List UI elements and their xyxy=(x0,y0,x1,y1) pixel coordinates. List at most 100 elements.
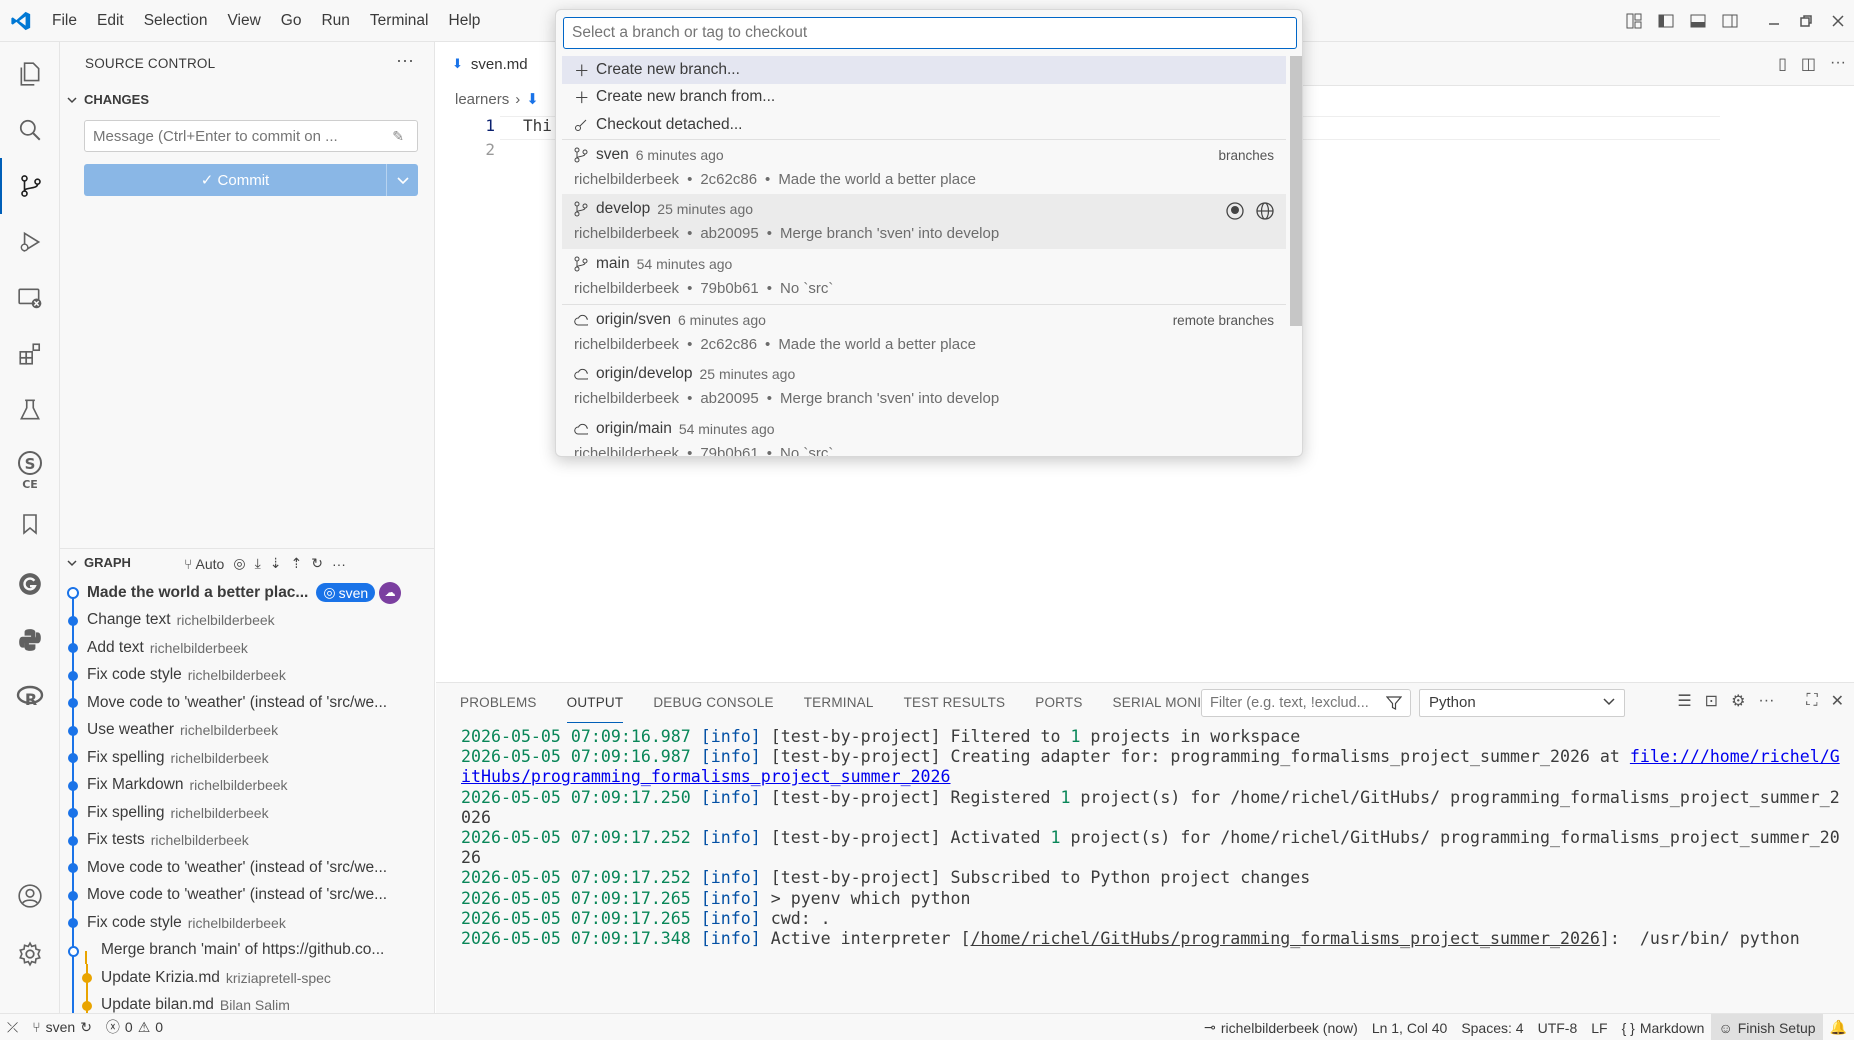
tab-test-results[interactable]: TEST RESULTS xyxy=(904,683,1006,723)
generate-message-sparkle-icon[interactable]: ✎ xyxy=(392,128,404,145)
testing-icon[interactable] xyxy=(0,382,60,438)
branch-item-develop[interactable]: develop 25 minutes ago richelbilderbeek • a… xyxy=(562,193,1286,249)
menu-run[interactable]: Run xyxy=(311,0,359,42)
blame-status[interactable]: ⊸ richelbilderbeek (now) xyxy=(1197,1014,1365,1040)
run-debug-icon[interactable] xyxy=(0,214,60,270)
graph-row[interactable]: Merge branch 'main' of https://github.co… xyxy=(60,936,434,964)
graph-section-header[interactable]: GRAPH ⑂ Auto ◎ ⤓ ⇣ ⇡ ↻ ··· xyxy=(60,548,434,578)
pull-icon[interactable]: ⇣ xyxy=(270,555,282,572)
graph-row[interactable]: Move code to 'weather' (instead of 'src/… xyxy=(60,854,434,882)
more-actions-icon[interactable]: ··· xyxy=(1758,692,1774,710)
clear-output-icon[interactable]: ☰ xyxy=(1677,691,1691,711)
checkout-detached-item[interactable]: Checkout detached... xyxy=(562,111,1286,139)
output-channel-select[interactable]: Python xyxy=(1419,689,1625,717)
close-window-icon[interactable] xyxy=(1822,0,1854,42)
graph-header-title[interactable]: GRAPH xyxy=(66,555,131,570)
sync-icon[interactable]: ↻ xyxy=(80,1019,92,1036)
toggle-panel-icon[interactable] xyxy=(1682,0,1714,42)
manage-gear-icon[interactable] xyxy=(0,926,60,982)
bookmarks-icon[interactable] xyxy=(0,496,60,552)
cursor-position[interactable]: Ln 1, Col 40 xyxy=(1365,1014,1455,1040)
commit-message-input[interactable] xyxy=(84,120,418,152)
search-icon[interactable] xyxy=(0,102,60,158)
sonarlint-ce-icon[interactable]: S CE xyxy=(0,442,60,498)
tab-problems[interactable]: PROBLEMS xyxy=(460,683,537,723)
graph-row[interactable]: Fix spelling richelbilderbeek xyxy=(60,744,434,772)
commit-dropdown-button[interactable] xyxy=(386,164,418,196)
quick-pick-input[interactable] xyxy=(563,17,1297,49)
globe-icon[interactable] xyxy=(1256,201,1274,224)
tab-sven-md[interactable]: ⬇ sven.md xyxy=(436,42,556,86)
create-branch-from-item[interactable]: ＋ Create new branch from... xyxy=(562,84,1286,112)
gitlens-icon[interactable] xyxy=(0,556,60,612)
commit-button[interactable]: ✓ Commit xyxy=(84,164,418,196)
source-control-icon[interactable] xyxy=(0,158,60,214)
create-branch-item[interactable]: ＋ Create new branch... xyxy=(562,56,1286,84)
menu-file[interactable]: File xyxy=(42,0,87,42)
indentation[interactable]: Spaces: 4 xyxy=(1454,1014,1530,1040)
lock-scroll-icon[interactable]: ⊡ xyxy=(1705,691,1718,711)
notifications-bell-icon[interactable]: 🔔 xyxy=(1823,1014,1854,1040)
settings-gear-icon[interactable]: ⚙ xyxy=(1731,691,1745,711)
tab-output[interactable]: OUTPUT xyxy=(566,683,624,723)
problems-status[interactable]: ⓧ 0 ⚠ 0 xyxy=(99,1014,170,1040)
accounts-icon[interactable] xyxy=(0,868,60,924)
open-preview-icon[interactable]: ▯ xyxy=(1778,54,1787,74)
graph-row[interactable]: Fix Markdown richelbilderbeek xyxy=(60,771,434,799)
menu-edit[interactable]: Edit xyxy=(87,0,134,42)
github-icon[interactable] xyxy=(1226,201,1244,224)
language-mode[interactable]: { } Markdown xyxy=(1615,1014,1712,1040)
menu-terminal[interactable]: Terminal xyxy=(360,0,439,42)
graph-row[interactable]: Move code to 'weather' (instead of 'src/… xyxy=(60,881,434,909)
target-icon[interactable]: ◎ xyxy=(233,555,245,572)
branch-item-main[interactable]: main 54 minutes ago richelbilderbeek • 79b0… xyxy=(562,249,1286,304)
close-panel-icon[interactable]: ✕ xyxy=(1831,691,1844,711)
menu-view[interactable]: View xyxy=(217,0,270,42)
tab-debug-console[interactable]: DEBUG CONSOLE xyxy=(653,683,773,723)
menu-help[interactable]: Help xyxy=(439,0,491,42)
restore-icon[interactable] xyxy=(1790,0,1822,42)
menu-go[interactable]: Go xyxy=(271,0,312,42)
graph-row[interactable]: Fix code style richelbilderbeek xyxy=(60,661,434,689)
more-actions-icon[interactable]: ··· xyxy=(1830,54,1846,74)
commit-button-main[interactable]: ✓ Commit xyxy=(84,171,386,189)
minimize-icon[interactable] xyxy=(1758,0,1790,42)
tab-terminal[interactable]: TERMINAL xyxy=(804,683,874,723)
encoding[interactable]: UTF-8 xyxy=(1531,1014,1585,1040)
graph-row[interactable]: Add text richelbilderbeek xyxy=(60,634,434,662)
end-of-line[interactable]: LF xyxy=(1584,1014,1614,1040)
filter-icon[interactable] xyxy=(1385,695,1403,715)
graph-row[interactable]: Made the world a better plac... ◎ sven ☁ xyxy=(60,579,434,607)
quick-pick-scrollbar[interactable] xyxy=(1290,56,1302,326)
changes-section-header[interactable]: CHANGES xyxy=(66,92,149,107)
log-text[interactable]: /home/richel/GitHubs/programming_formali… xyxy=(971,929,1600,948)
toggle-sidebar-icon[interactable] xyxy=(1650,0,1682,42)
extensions-icon[interactable] xyxy=(0,326,60,382)
graph-row[interactable]: Change text richelbilderbeek xyxy=(60,606,434,634)
customize-layout-icon[interactable] xyxy=(1618,0,1650,42)
finish-setup-button[interactable]: ☺ Finish Setup xyxy=(1711,1014,1823,1040)
branch-item-origin-develop[interactable]: origin/develop 25 minutes ago richelbilde… xyxy=(562,359,1286,414)
refresh-icon[interactable]: ↻ xyxy=(311,555,323,572)
push-icon[interactable]: ⇡ xyxy=(291,555,303,572)
sidebar-more-icon[interactable]: ··· xyxy=(396,50,414,71)
tab-ports[interactable]: PORTS xyxy=(1035,683,1082,723)
r-icon[interactable]: R xyxy=(0,668,60,724)
split-editor-icon[interactable]: ◫ xyxy=(1801,54,1816,74)
explorer-icon[interactable] xyxy=(0,46,60,102)
graph-auto-toggle[interactable]: ⑂ Auto xyxy=(184,556,224,572)
graph-row[interactable]: Fix tests richelbilderbeek xyxy=(60,826,434,854)
graph-row[interactable]: Fix spelling richelbilderbeek xyxy=(60,799,434,827)
branch-item-origin-sven[interactable]: origin/sven 6 minutes ago richelbilderbee… xyxy=(562,303,1286,359)
branch-status[interactable]: ⑂ sven ↻ xyxy=(25,1014,99,1040)
output-filter-input[interactable] xyxy=(1201,689,1411,717)
editor-text[interactable]: Thi xyxy=(523,116,552,135)
maximize-panel-icon[interactable]: ⛶ xyxy=(1806,692,1817,710)
graph-row[interactable]: Fix code style richelbilderbeek xyxy=(60,909,434,937)
graph-row[interactable]: Use weather richelbilderbeek xyxy=(60,716,434,744)
remote-indicator[interactable]: ⤫ xyxy=(0,1014,25,1040)
graph-row[interactable]: Move code to 'weather' (instead of 'src/… xyxy=(60,689,434,717)
branch-item-origin-main[interactable]: origin/main 54 minutes ago richelbilderbe… xyxy=(562,414,1286,456)
breadcrumb-folder[interactable]: learners xyxy=(455,91,509,108)
menu-selection[interactable]: Selection xyxy=(134,0,218,42)
